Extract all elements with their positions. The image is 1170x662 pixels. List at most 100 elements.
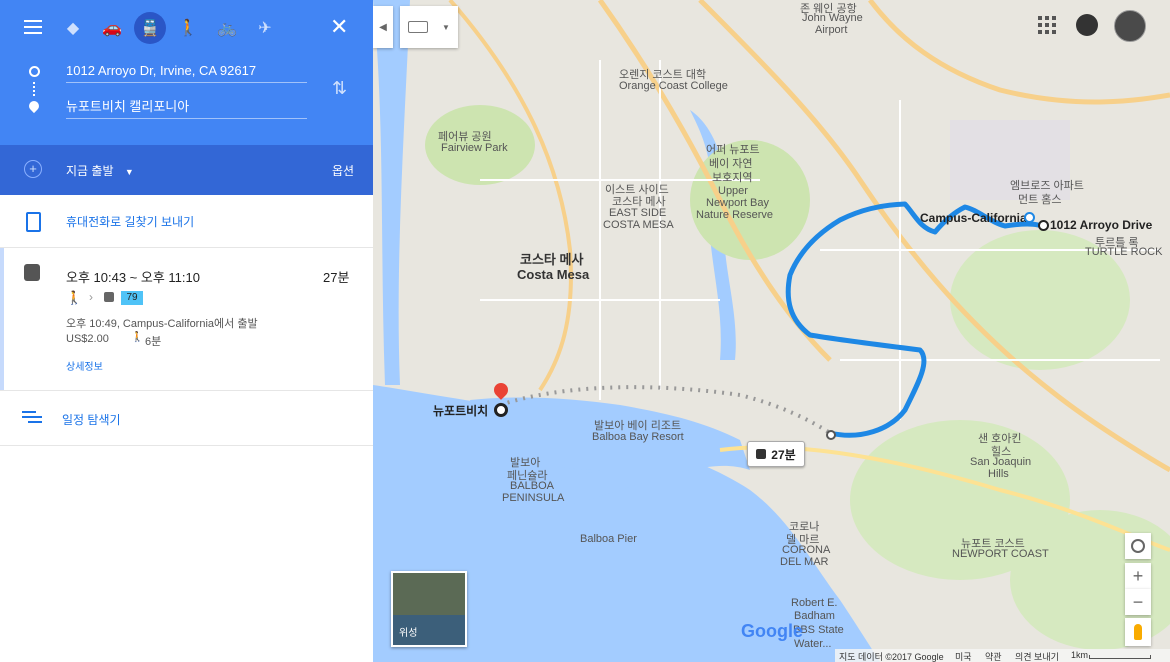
origin-dot-icon	[29, 66, 40, 77]
satellite-label: 위성	[399, 628, 418, 639]
map-canvas[interactable]: 존 웨인 공항 John Wayne Airport 오렌지 코스트 대학 Orange…	[373, 0, 1170, 662]
map-label-11: Newport Bay	[706, 197, 769, 209]
caret-down-icon: ▼	[124, 167, 134, 177]
mode-transit-icon[interactable]: 🚆	[134, 12, 166, 44]
origin-input[interactable]: 1012 Arroyo Dr, Irvine, CA 92617	[66, 60, 307, 83]
map-label-29: San Joaquin	[970, 456, 1032, 468]
map-label-6: Fairview Park	[441, 142, 508, 154]
details-link[interactable]: 상세정보	[66, 358, 103, 373]
country-link[interactable]: 미국	[955, 650, 972, 662]
schedule-explorer-link[interactable]: 일정 탐색기	[62, 411, 121, 428]
depart-select[interactable]: 지금 출발 ▼	[66, 162, 134, 179]
map-label-26: PENINSULA	[502, 492, 565, 504]
keyboard-input-button[interactable]: ▼	[400, 6, 458, 48]
walk-time: 6분	[145, 336, 162, 348]
place-label-2: 뉴포트비치	[433, 404, 489, 418]
map-label-15: EAST SIDE	[609, 207, 667, 219]
depart-label: 지금 출발	[66, 164, 114, 178]
city-label-0: 코스타 메사	[520, 252, 584, 267]
zoom-in-button[interactable]: +	[1125, 563, 1151, 589]
mode-flight-icon[interactable]: ✈	[249, 12, 281, 44]
mode-drive-icon[interactable]: 🚗	[96, 12, 128, 44]
notifications-icon[interactable]	[1076, 14, 1098, 36]
send-to-phone-icon	[26, 212, 41, 232]
schedule-explorer-row[interactable]: 일정 탐색기	[0, 391, 373, 446]
my-location-icon	[1131, 539, 1145, 553]
map-data-text: 지도 데이터 ©2017 Google	[839, 652, 944, 662]
map-label-12: Nature Reserve	[696, 209, 774, 221]
route-selected-bar	[0, 248, 4, 390]
destination-input[interactable]: 뉴포트비치 캘리포니아	[66, 96, 307, 119]
bus-icon	[104, 292, 114, 302]
chevron-right-icon: ›	[89, 290, 93, 304]
fare: US$2.00	[66, 333, 109, 345]
route-dots	[33, 82, 37, 96]
map-label-38: Robert E.	[791, 597, 838, 609]
bus-number-badge: 79	[121, 291, 143, 305]
avatar[interactable]	[1114, 10, 1146, 42]
zoom-out-button[interactable]: −	[1125, 589, 1151, 615]
map-label-10: Upper	[718, 185, 748, 197]
campus-stop-icon	[1024, 212, 1035, 223]
directions-panel: ◆ 🚗 🚆 🚶 🚲 ✈ ✕ 1012 Arroyo Dr, Irvine, CA…	[0, 0, 374, 662]
destination-marker-icon	[494, 403, 508, 417]
menu-icon[interactable]	[24, 20, 42, 34]
depart-info: 오후 10:49, Campus-California에서 출발	[66, 318, 258, 330]
map-label-16: COSTA MESA	[603, 219, 674, 231]
transfer-stop-icon	[826, 430, 836, 440]
feedback-link[interactable]: 의견 보내기	[1015, 650, 1059, 662]
map-label-20: TURTLE ROCK	[1085, 246, 1163, 258]
map-label-30: Hills	[988, 468, 1009, 480]
place-label-0: Campus-California	[920, 211, 1027, 225]
destination-pin-icon	[26, 98, 42, 114]
caret-down-small-icon: ▼	[442, 22, 450, 32]
map-label-33: CORONA	[782, 544, 831, 556]
my-location-button[interactable]	[1125, 533, 1151, 559]
scale-bar	[1089, 655, 1151, 659]
depart-bar: + 지금 출발 ▼ 옵션	[0, 145, 373, 195]
options-button[interactable]: 옵션	[332, 162, 354, 179]
directions-header: ◆ 🚗 🚆 🚶 🚲 ✈ ✕ 1012 Arroyo Dr, Irvine, CA…	[0, 0, 373, 145]
route-duration: 27분	[323, 270, 350, 285]
close-icon[interactable]: ✕	[330, 14, 348, 40]
mode-best-icon[interactable]: ◆	[57, 12, 89, 44]
bus-badge-icon	[756, 449, 767, 459]
map-label-37: Balboa Pier	[580, 533, 637, 545]
map-label-1: John Wayne	[802, 12, 863, 24]
terms-link[interactable]: 약관	[985, 650, 1002, 662]
route-card[interactable]: 오후 10:43 ~ 오후 11:10 27분 🚶 › 79 오후 10:49,…	[0, 248, 373, 391]
map-label-4: Orange Coast College	[619, 80, 728, 92]
apps-grid-icon[interactable]	[1038, 16, 1056, 34]
map-label-34: DEL MAR	[780, 556, 829, 568]
send-to-phone-row[interactable]: 휴대전화로 길찾기 보내기	[0, 195, 373, 248]
scale-label: 1km	[1071, 650, 1089, 660]
swap-icon[interactable]: ⇅	[332, 78, 347, 99]
map-label-2: Airport	[815, 24, 848, 36]
keyboard-icon	[408, 21, 429, 33]
map-footer: 지도 데이터 ©2017 Google 미국 약관 의견 보내기 1km	[835, 649, 1170, 662]
walk-small-icon: 🚶	[131, 332, 144, 343]
mode-walk-icon[interactable]: 🚶	[172, 12, 204, 44]
city-label-1: Costa Mesa	[517, 267, 590, 282]
pegman-icon[interactable]	[1125, 618, 1151, 646]
route-duration-badge[interactable]: 27분	[747, 441, 805, 467]
satellite-toggle[interactable]: 위성	[391, 571, 467, 647]
send-to-phone-link[interactable]: 휴대전화로 길찾기 보내기	[66, 213, 194, 230]
map-base	[373, 0, 1170, 662]
map-label-36: NEWPORT COAST	[952, 548, 1049, 560]
route-time-range: 오후 10:43 ~ 오후 11:10	[66, 270, 200, 285]
map-label-9: 보호지역	[712, 172, 753, 184]
origin-marker-icon	[1038, 220, 1049, 231]
map-label-22: Balboa Bay Resort	[592, 431, 684, 443]
mode-bike-icon[interactable]: 🚲	[211, 12, 243, 44]
map-label-25: BALBOA	[510, 480, 555, 492]
google-logo: Google	[741, 621, 803, 641]
schedule-explorer-icon	[22, 411, 42, 423]
route-badge-text: 27분	[771, 447, 796, 462]
travel-modes: ◆ 🚗 🚆 🚶 🚲 ✈ ✕	[0, 12, 373, 44]
train-icon	[24, 264, 40, 281]
place-label-1: 1012 Arroyo Drive	[1050, 218, 1153, 232]
collapse-panel-button[interactable]: ◀	[373, 6, 393, 48]
plus-icon[interactable]: +	[24, 160, 42, 178]
walk-icon: 🚶	[66, 290, 83, 305]
